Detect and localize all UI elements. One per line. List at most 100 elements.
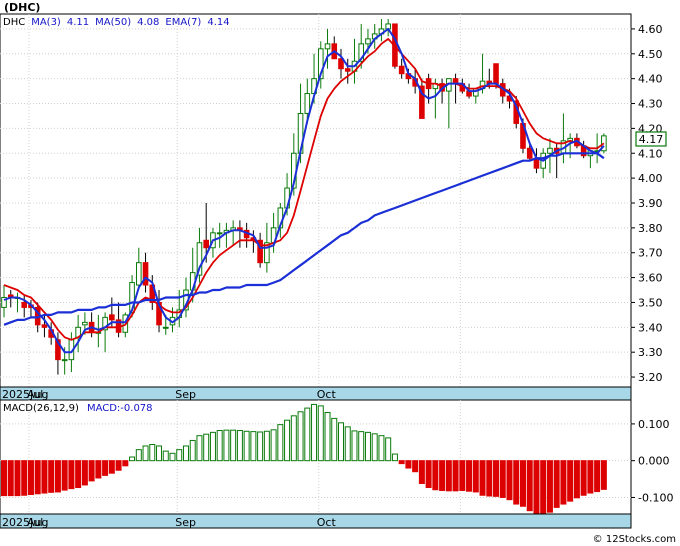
price-tick-label: 3.50 (638, 296, 663, 309)
macd-bar (135, 449, 142, 462)
date-tick-label: Sep (175, 388, 196, 401)
macd-bar (250, 431, 257, 462)
macd-bar (21, 460, 28, 496)
macd-bar (176, 449, 183, 462)
macd-bar (277, 424, 284, 462)
macd-bar (600, 460, 607, 490)
date-tick-label: Oct (317, 516, 337, 529)
price-legend-item: DHC (3, 17, 25, 28)
macd-bar (284, 419, 291, 462)
price-plot-frame (0, 13, 632, 388)
macd-bar (560, 460, 567, 505)
watermark: © 12Stocks.com (593, 534, 676, 545)
macd-bar (149, 443, 156, 462)
price-tick-label: 3.90 (638, 197, 663, 210)
price-date-axis-band (0, 386, 632, 401)
macd-bar (358, 431, 365, 462)
macd-bar (189, 439, 196, 462)
price-tick-label: 4.40 (638, 73, 663, 86)
price-tick-label: 4.00 (638, 172, 663, 185)
candle-body (41, 324, 48, 328)
price-tick-label: 4.50 (638, 48, 663, 61)
macd-bar (405, 460, 412, 469)
macd-bar (418, 460, 425, 484)
macd-bar (270, 429, 277, 462)
macd-bar (1, 460, 7, 497)
macd-bar (580, 460, 587, 496)
macd-tick-label: -0.100 (638, 491, 673, 504)
macd-bar (290, 415, 297, 462)
candle-body (398, 65, 405, 75)
macd-tick-label: 0.000 (638, 455, 670, 468)
macd-bar (432, 460, 439, 491)
macd-tick-label: 0.100 (638, 418, 670, 431)
macd-bar (506, 460, 513, 501)
date-tick-label: Aug (27, 516, 48, 529)
macd-bar (385, 437, 392, 462)
candle-body (61, 359, 68, 362)
macd-bar (108, 460, 115, 474)
macd-bar (338, 422, 344, 462)
macd-bar (297, 411, 304, 462)
macd-bar (317, 405, 324, 462)
macd-bar (472, 460, 479, 493)
macd-bar (499, 460, 506, 498)
macd-bar (216, 430, 223, 462)
price-tick-label: 3.60 (638, 272, 663, 285)
macd-bar (115, 460, 122, 471)
price-legend-item: MA(50) (95, 17, 131, 28)
macd-bar (81, 460, 88, 486)
macd-bar (344, 426, 351, 462)
macd-panel: 0.1000.000-0.100 2025JulAug Sep Oct MACD(2… (0, 399, 673, 529)
macd-bar (364, 431, 371, 462)
macd-bar (425, 460, 432, 489)
macd-bar (209, 431, 216, 462)
macd-bar (27, 460, 34, 496)
macd-bar (68, 460, 75, 490)
macd-bar (452, 460, 459, 492)
macd-bar (594, 460, 601, 493)
macd-bar (129, 456, 136, 462)
price-legend: DHC MA(3) 4.11 MA(50) 4.08 EMA(7) 4.14 (3, 17, 230, 28)
macd-bar (182, 445, 189, 462)
macd-bar (378, 435, 385, 462)
price-legend-item: 4.11 (67, 17, 89, 28)
macd-bar (142, 445, 149, 462)
macd-bar (48, 460, 55, 493)
macd-legend-item: MACD(26,12,9) (3, 403, 79, 414)
macd-bar (223, 429, 230, 462)
price-tick-label: 3.70 (638, 247, 663, 260)
macd-bar (533, 460, 540, 515)
date-tick-label: Aug (27, 388, 48, 401)
macd-bar (263, 430, 270, 462)
macd-bar (439, 460, 446, 491)
macd-bar (54, 460, 61, 493)
macd-bar (61, 460, 68, 491)
macd-bar (587, 460, 594, 494)
macd-bar (519, 460, 526, 507)
macd-bar (203, 433, 210, 462)
price-legend-item: 4.08 (137, 17, 159, 28)
price-tick-label: 3.80 (638, 222, 663, 235)
candle-body (304, 93, 311, 114)
price-tick-label: 3.20 (638, 371, 663, 384)
macd-bar (41, 460, 48, 494)
macd-bar (371, 433, 378, 462)
macd-bar (88, 460, 95, 482)
macd-bar (493, 460, 500, 497)
stock-chart: 3.20 3.30 3.40 3.50 3.60 3.70 3.80 3.90 4.00 4.10… (0, 0, 680, 546)
macd-legend-item: MACD:-0.078 (87, 403, 153, 414)
date-tick-label: Sep (175, 516, 196, 529)
price-legend-item: EMA(7) (165, 17, 201, 28)
candle-body (162, 326, 169, 329)
macd-bar (331, 417, 338, 462)
macd-bar (75, 460, 82, 489)
candle-body (136, 262, 142, 286)
macd-axis: 0.100 0.000 -0.100 (631, 418, 673, 504)
price-tick-label: 4.30 (638, 98, 663, 111)
last-price-label: 4.17 (639, 133, 664, 146)
macd-bar (459, 460, 466, 491)
candle-body (344, 68, 351, 72)
macd-bar (236, 430, 243, 462)
macd-bar (546, 460, 553, 513)
